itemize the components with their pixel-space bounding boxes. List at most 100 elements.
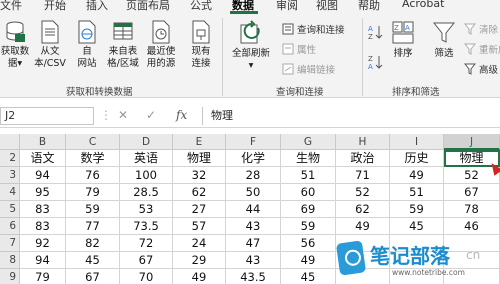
data-cell[interactable]: 32	[173, 167, 226, 184]
data-cell[interactable]: 45	[66, 252, 120, 269]
data-cell[interactable]: 59	[281, 218, 336, 235]
column-header[interactable]: D	[120, 134, 173, 150]
row-header[interactable]: 5	[0, 201, 20, 218]
clear-filter-button[interactable]: 清除	[464, 22, 498, 36]
data-cell[interactable]: 45	[390, 218, 444, 235]
existing-connections-button[interactable]: 现有 连接	[186, 20, 216, 70]
data-cell[interactable]: 83	[20, 218, 66, 235]
more-options-icon[interactable]: ⋮	[100, 108, 112, 122]
data-cell[interactable]: 24	[173, 235, 226, 252]
data-cell[interactable]: 44	[226, 201, 281, 218]
data-cell[interactable]: 49	[336, 218, 390, 235]
row-header[interactable]: 7	[0, 235, 20, 252]
header-cell[interactable]: 生物	[281, 150, 336, 167]
data-cell[interactable]: 77	[66, 218, 120, 235]
data-cell[interactable]: 67	[120, 252, 173, 269]
header-cell[interactable]: 数学	[66, 150, 120, 167]
filter-button[interactable]: 筛选	[430, 20, 458, 60]
queries-connections-button[interactable]: 查询和连接	[282, 22, 345, 36]
header-cell[interactable]: 语文	[20, 150, 66, 167]
column-header[interactable]: J	[444, 134, 500, 150]
data-cell[interactable]: 72	[120, 235, 173, 252]
column-header[interactable]: C	[66, 134, 120, 150]
data-cell[interactable]: 83	[20, 201, 66, 218]
header-cell[interactable]: 历史	[390, 150, 444, 167]
data-cell[interactable]: 82	[66, 235, 120, 252]
data-cell[interactable]: 94	[20, 167, 66, 184]
column-header[interactable]: F	[226, 134, 281, 150]
data-cell[interactable]: 67	[444, 184, 500, 201]
header-cell[interactable]: 政治	[336, 150, 390, 167]
data-cell[interactable]: 100	[120, 167, 173, 184]
row-header[interactable]: 3	[0, 167, 20, 184]
data-cell[interactable]: 94	[20, 252, 66, 269]
select-all-corner[interactable]	[0, 134, 20, 150]
data-cell[interactable]: 60	[281, 184, 336, 201]
data-cell[interactable]: 79	[66, 184, 120, 201]
data-cell[interactable]: 51	[281, 167, 336, 184]
sort-descending-button[interactable]: Z A	[368, 54, 387, 70]
data-cell[interactable]: 49	[173, 269, 226, 284]
tab-help[interactable]: 帮助	[358, 0, 380, 13]
get-data-button[interactable]: 获取数 据▾	[0, 20, 30, 70]
data-cell[interactable]: 59	[390, 201, 444, 218]
header-cell[interactable]: 物理	[173, 150, 226, 167]
column-header[interactable]: I	[390, 134, 444, 150]
column-header[interactable]: B	[20, 134, 66, 150]
tab-formulas[interactable]: 公式	[190, 0, 212, 13]
header-cell[interactable]: 英语	[120, 150, 173, 167]
data-cell[interactable]: 70	[120, 269, 173, 284]
enter-icon[interactable]: ✓	[146, 108, 156, 122]
data-cell[interactable]: 57	[173, 218, 226, 235]
tab-review[interactable]: 审阅	[276, 0, 298, 13]
properties-button[interactable]: 属性	[282, 42, 316, 56]
header-cell[interactable]: 化学	[226, 150, 281, 167]
data-cell[interactable]: 62	[173, 184, 226, 201]
recent-sources-button[interactable]: 最近使 用的源	[142, 20, 180, 70]
from-csv-button[interactable]: 从文 本/CSV	[32, 20, 68, 70]
data-cell[interactable]: 46	[444, 218, 500, 235]
edit-links-button[interactable]: 编辑链接	[282, 62, 335, 76]
data-cell[interactable]: 53	[120, 201, 173, 218]
reapply-button[interactable]: 重新应用	[464, 42, 500, 56]
column-header[interactable]: E	[173, 134, 226, 150]
from-table-button[interactable]: 来自表 格/区域	[104, 20, 142, 70]
column-header[interactable]: H	[336, 134, 390, 150]
data-cell[interactable]: 73.5	[120, 218, 173, 235]
data-cell[interactable]: 51	[390, 184, 444, 201]
data-cell[interactable]: 62	[336, 201, 390, 218]
data-cell[interactable]: 28.5	[120, 184, 173, 201]
name-box[interactable]: J2	[0, 107, 94, 125]
data-cell[interactable]: 43	[226, 252, 281, 269]
data-cell[interactable]: 28	[226, 167, 281, 184]
refresh-all-button[interactable]: 全部刷新 ▾	[226, 20, 276, 72]
data-cell[interactable]: 27	[173, 201, 226, 218]
cancel-icon[interactable]: ✕	[118, 108, 128, 122]
data-cell[interactable]: 92	[20, 235, 66, 252]
tab-page-layout[interactable]: 页面布局	[126, 0, 170, 13]
formula-input[interactable]: 物理	[202, 107, 500, 125]
data-cell[interactable]: 79	[20, 269, 66, 284]
data-cell[interactable]: 59	[66, 201, 120, 218]
tab-acrobat[interactable]: Acrobat	[402, 0, 444, 10]
data-cell[interactable]: 67	[66, 269, 120, 284]
data-cell[interactable]: 47	[226, 235, 281, 252]
data-cell[interactable]: 95	[20, 184, 66, 201]
row-header[interactable]: 2	[0, 150, 20, 167]
sort-ascending-button[interactable]: A Z	[368, 24, 387, 40]
insert-function-icon[interactable]: fx	[176, 108, 187, 122]
sort-button[interactable]: Z A 排序	[388, 20, 418, 60]
column-header[interactable]: G	[281, 134, 336, 150]
data-cell[interactable]: 76	[66, 167, 120, 184]
data-cell[interactable]: 50	[226, 184, 281, 201]
row-header[interactable]: 6	[0, 218, 20, 235]
tab-insert[interactable]: 插入	[86, 0, 108, 13]
tab-file[interactable]: 文件	[0, 0, 22, 13]
data-cell[interactable]: 71	[336, 167, 390, 184]
data-cell[interactable]: 49	[390, 167, 444, 184]
data-cell[interactable]: 78	[444, 201, 500, 218]
data-cell[interactable]: 29	[173, 252, 226, 269]
data-cell[interactable]: 43.5	[226, 269, 281, 284]
data-cell[interactable]: 69	[281, 201, 336, 218]
row-header[interactable]: 4	[0, 184, 20, 201]
